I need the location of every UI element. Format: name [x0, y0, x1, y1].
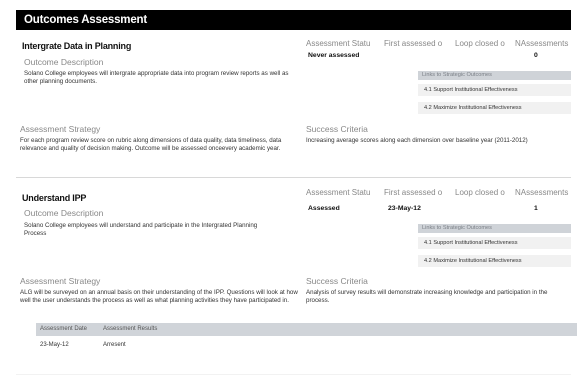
link-item[interactable]: 4.1 Support Institutional Effectiveness: [418, 237, 571, 249]
page-title: Outcomes Assessment: [16, 10, 571, 30]
success-criteria-label: Success Criteria: [306, 124, 368, 134]
col-first-assessed: First assessed o: [384, 188, 443, 197]
section-divider: [16, 177, 571, 178]
outcome-description-label: Outcome Description: [24, 57, 104, 67]
col-num-assessments: NAssessments: [515, 188, 569, 197]
assessment-status: Never assessed: [308, 52, 360, 59]
outcome-description: Solano College employees will intergrate…: [24, 70, 289, 85]
link-item[interactable]: 4.1 Support Institutional Effectiveness: [418, 84, 571, 96]
outcome-description: Solano College employees will understand…: [24, 222, 258, 237]
success-criteria: Analysis of survey results will demonstr…: [306, 289, 548, 304]
bottom-fade: [0, 361, 577, 381]
first-assessed-date: 23-May-12: [388, 205, 421, 212]
links-to-strategic-outcomes: Links to Strategic Outcomes 4.1 Support …: [418, 224, 571, 267]
col-loop-closed: Loop closed o: [455, 39, 505, 48]
col-num-assessments: NAssessments: [515, 39, 569, 48]
assessment-strategy: For each program review score on rubric …: [20, 137, 282, 152]
assessment-strategy-label: Assessment Strategy: [20, 124, 101, 134]
col-first-assessed: First assessed o: [384, 39, 443, 48]
col-assessment-status: Assessment Statu: [306, 39, 371, 48]
outcome-title[interactable]: Intergrate Data in Planning: [22, 41, 131, 51]
assessment-result: Arresent: [103, 342, 126, 348]
outcome-description-label: Outcome Description: [24, 208, 104, 218]
assessment-results-table: Assessment Date Assessment Results 23-Ma…: [36, 323, 577, 354]
outcome-title[interactable]: Understand IPP: [22, 193, 86, 203]
table-row[interactable]: 23-May-12 Arresent: [36, 336, 577, 354]
col-loop-closed: Loop closed o: [455, 188, 505, 197]
col-assessment-status: Assessment Statu: [306, 188, 371, 197]
link-item[interactable]: 4.2 Maximize Institutional Effectiveness: [418, 102, 571, 114]
outcomes-page: Outcomes Assessment Intergrate Data in P…: [0, 0, 577, 381]
success-criteria: Increasing average scores along each dim…: [306, 137, 528, 144]
assessment-date: 23-May-12: [40, 342, 69, 348]
link-item[interactable]: 4.2 Maximize Institutional Effectiveness: [418, 255, 571, 267]
assessment-strategy-label: Assessment Strategy: [20, 276, 101, 286]
num-assessments: 1: [534, 205, 538, 212]
col-assessment-date: Assessment Date: [40, 326, 88, 332]
num-assessments: 0: [534, 52, 538, 59]
col-assessment-results: Assessment Results: [103, 326, 158, 332]
links-header: Links to Strategic Outcomes: [418, 224, 571, 233]
links-header: Links to Strategic Outcomes: [418, 71, 571, 80]
assessment-status: Assessed: [308, 205, 340, 212]
outcome-section-2: Understand IPP Outcome Description Solan…: [16, 183, 577, 373]
success-criteria-label: Success Criteria: [306, 276, 368, 286]
links-to-strategic-outcomes: Links to Strategic Outcomes 4.1 Support …: [418, 71, 571, 114]
assessment-strategy: ALG will be surveyed on an annual basis …: [20, 289, 298, 304]
results-header: Assessment Date Assessment Results: [36, 323, 577, 336]
outcome-section-1: Intergrate Data in Planning Outcome Desc…: [16, 32, 571, 182]
